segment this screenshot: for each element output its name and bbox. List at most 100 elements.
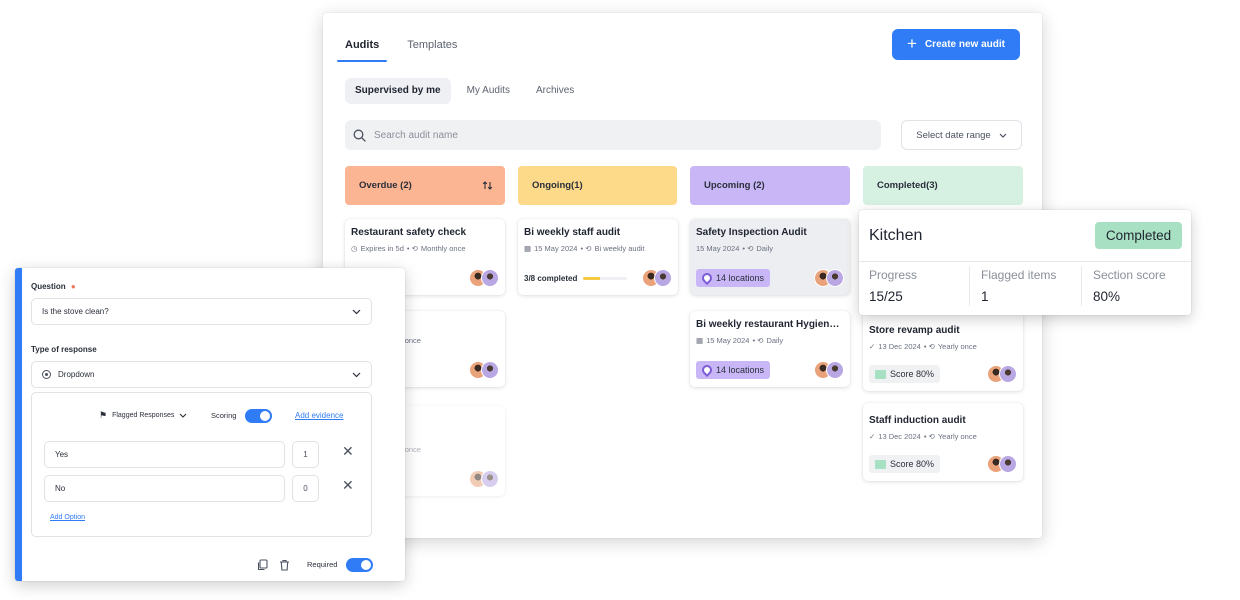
search-icon bbox=[353, 129, 366, 142]
response-type-select[interactable]: Dropdown bbox=[31, 361, 372, 388]
stat-section-score: Section score 80% bbox=[1093, 268, 1203, 304]
score-badge: Score 80% bbox=[869, 365, 941, 383]
audit-card-upcoming[interactable]: Bi weekly restaurant Hygiene I... ▦ 15 M… bbox=[690, 311, 850, 387]
date-range-select[interactable]: Select date range bbox=[901, 120, 1022, 150]
add-option-link[interactable]: Add Option bbox=[50, 514, 85, 521]
required-toggle[interactable] bbox=[346, 558, 373, 572]
flagged-label: Flagged Responses bbox=[112, 412, 175, 419]
card-recurrence: Daily bbox=[756, 244, 774, 253]
avatars bbox=[987, 455, 1017, 473]
column-label: Overdue (2) bbox=[359, 180, 412, 191]
avatar bbox=[481, 361, 499, 379]
column-completed[interactable]: Completed(3) bbox=[863, 166, 1023, 205]
stat-value: 80% bbox=[1093, 289, 1121, 304]
progress-bar bbox=[583, 276, 628, 280]
copy-icon[interactable] bbox=[257, 558, 268, 576]
active-stripe bbox=[15, 268, 22, 581]
repeat-icon: • ⟲ bbox=[406, 244, 418, 253]
search-bar bbox=[345, 120, 881, 150]
chart-icon bbox=[875, 459, 886, 469]
stat-flagged: Flagged items 1 bbox=[981, 268, 1091, 304]
column-upcoming[interactable]: Upcoming (2) bbox=[690, 166, 850, 205]
avatars bbox=[814, 361, 844, 379]
check-icon: ✓ bbox=[869, 432, 876, 441]
locations-badge[interactable]: 14 locations bbox=[696, 361, 771, 379]
add-evidence-link[interactable]: Add evidence bbox=[295, 411, 343, 420]
close-icon[interactable]: ✕ bbox=[342, 477, 354, 494]
progress-fill bbox=[583, 276, 600, 280]
card-recurrence: Bi weekly audit bbox=[594, 244, 645, 253]
tab-audits[interactable]: Audits bbox=[336, 33, 388, 62]
avatars bbox=[642, 269, 672, 287]
stat-value: 15/25 bbox=[869, 289, 903, 304]
divider bbox=[1081, 266, 1082, 306]
card-meta: ✓ 13 Dec 2024 • ⟲ Yearly once bbox=[869, 432, 1017, 441]
score-badge: Score 80% bbox=[869, 455, 941, 473]
card-recurrence: Monthly once bbox=[420, 244, 466, 253]
avatars bbox=[987, 365, 1017, 383]
scoring-toggle[interactable] bbox=[245, 409, 272, 423]
audit-card-completed[interactable]: Staff induction audit ✓ 13 Dec 2024 • ⟲ … bbox=[863, 403, 1023, 481]
score-label: Score 80% bbox=[890, 369, 935, 379]
audit-card-upcoming[interactable]: Safety Inspection Audit 15 May 2024 • ⟲ … bbox=[690, 219, 850, 295]
create-new-audit-button[interactable]: + Create new audit bbox=[892, 29, 1020, 60]
card-title: Store revamp audit bbox=[869, 325, 960, 336]
close-icon[interactable]: ✕ bbox=[342, 443, 354, 460]
card-date: 15 May 2024 bbox=[706, 336, 750, 345]
card-bottom: 14 locations bbox=[696, 359, 844, 381]
stat-progress: Progress 15/25 bbox=[869, 268, 979, 304]
audit-card-ongoing[interactable]: Bi weekly staff audit ▦ 15 May 2024 • ⟲ … bbox=[518, 219, 678, 295]
card-recurrence: Yearly once bbox=[937, 432, 977, 441]
subtab-supervised[interactable]: Supervised by me bbox=[345, 78, 451, 104]
option-score-yes[interactable]: 1 bbox=[292, 441, 319, 468]
chart-icon bbox=[875, 369, 886, 379]
card-meta: ✓ 13 Dec 2024 • ⟲ Yearly once bbox=[869, 342, 1017, 351]
date-range-label: Select date range bbox=[916, 129, 991, 141]
option-score-no[interactable]: 0 bbox=[292, 475, 319, 502]
chevron-down-icon bbox=[999, 133, 1007, 138]
card-meta: 15 May 2024 • ⟲ Daily bbox=[696, 244, 844, 253]
card-due: Expires in 5d bbox=[360, 244, 404, 253]
subtab-my-audits[interactable]: My Audits bbox=[457, 78, 520, 104]
progress: 3/8 completed bbox=[524, 274, 628, 283]
card-title: Restaurant safety check bbox=[351, 227, 467, 238]
stat-value: 1 bbox=[981, 289, 989, 304]
create-button-label: Create new audit bbox=[924, 39, 1005, 50]
sort-icon[interactable] bbox=[482, 180, 493, 191]
score-label: Score 80% bbox=[890, 459, 935, 469]
flagged-responses-select[interactable]: ⚑ Flagged Responses bbox=[99, 410, 187, 421]
repeat-icon: • ⟲ bbox=[923, 432, 935, 441]
trash-icon[interactable] bbox=[279, 558, 290, 576]
card-recurrence: Yearly once bbox=[937, 342, 977, 351]
main-tabs: Audits Templates bbox=[336, 33, 457, 75]
repeat-icon: • ⟲ bbox=[752, 336, 764, 345]
divider bbox=[969, 266, 970, 306]
stat-label: Section score bbox=[1093, 268, 1166, 282]
card-bottom: 14 locations bbox=[696, 267, 844, 289]
required-label: Required bbox=[307, 560, 338, 569]
tab-templates[interactable]: Templates bbox=[407, 33, 457, 62]
card-bottom: Score 80% bbox=[869, 453, 1017, 475]
repeat-icon: • ⟲ bbox=[923, 342, 935, 351]
question-field[interactable]: Is the stove clean? bbox=[31, 298, 372, 325]
card-title: Bi weekly restaurant Hygiene I... bbox=[696, 319, 844, 330]
card-meta: ▦ 15 May 2024 • ⟲ Daily bbox=[696, 336, 844, 345]
repeat-icon: • ⟲ bbox=[580, 244, 592, 253]
calendar-icon: ▦ bbox=[524, 244, 532, 253]
avatar bbox=[481, 269, 499, 287]
avatars bbox=[469, 269, 499, 287]
option-field-yes[interactable]: Yes bbox=[44, 441, 285, 468]
audit-card-completed[interactable]: Store revamp audit ✓ 13 Dec 2024 • ⟲ Yea… bbox=[863, 311, 1023, 391]
subtab-archives[interactable]: Archives bbox=[526, 78, 584, 104]
card-title: Safety Inspection Audit bbox=[696, 227, 807, 238]
stat-label: Flagged items bbox=[981, 268, 1057, 282]
flag-icon: ⚑ bbox=[99, 410, 108, 420]
section-title: Kitchen bbox=[869, 227, 923, 244]
plus-icon: + bbox=[907, 34, 917, 53]
column-ongoing[interactable]: Ongoing(1) bbox=[518, 166, 677, 205]
option-field-no[interactable]: No bbox=[44, 475, 285, 502]
locations-badge[interactable]: 14 locations bbox=[696, 269, 771, 287]
search-input[interactable] bbox=[374, 129, 834, 141]
column-overdue[interactable]: Overdue (2) bbox=[345, 166, 505, 205]
card-recurrence: Daily bbox=[766, 336, 784, 345]
